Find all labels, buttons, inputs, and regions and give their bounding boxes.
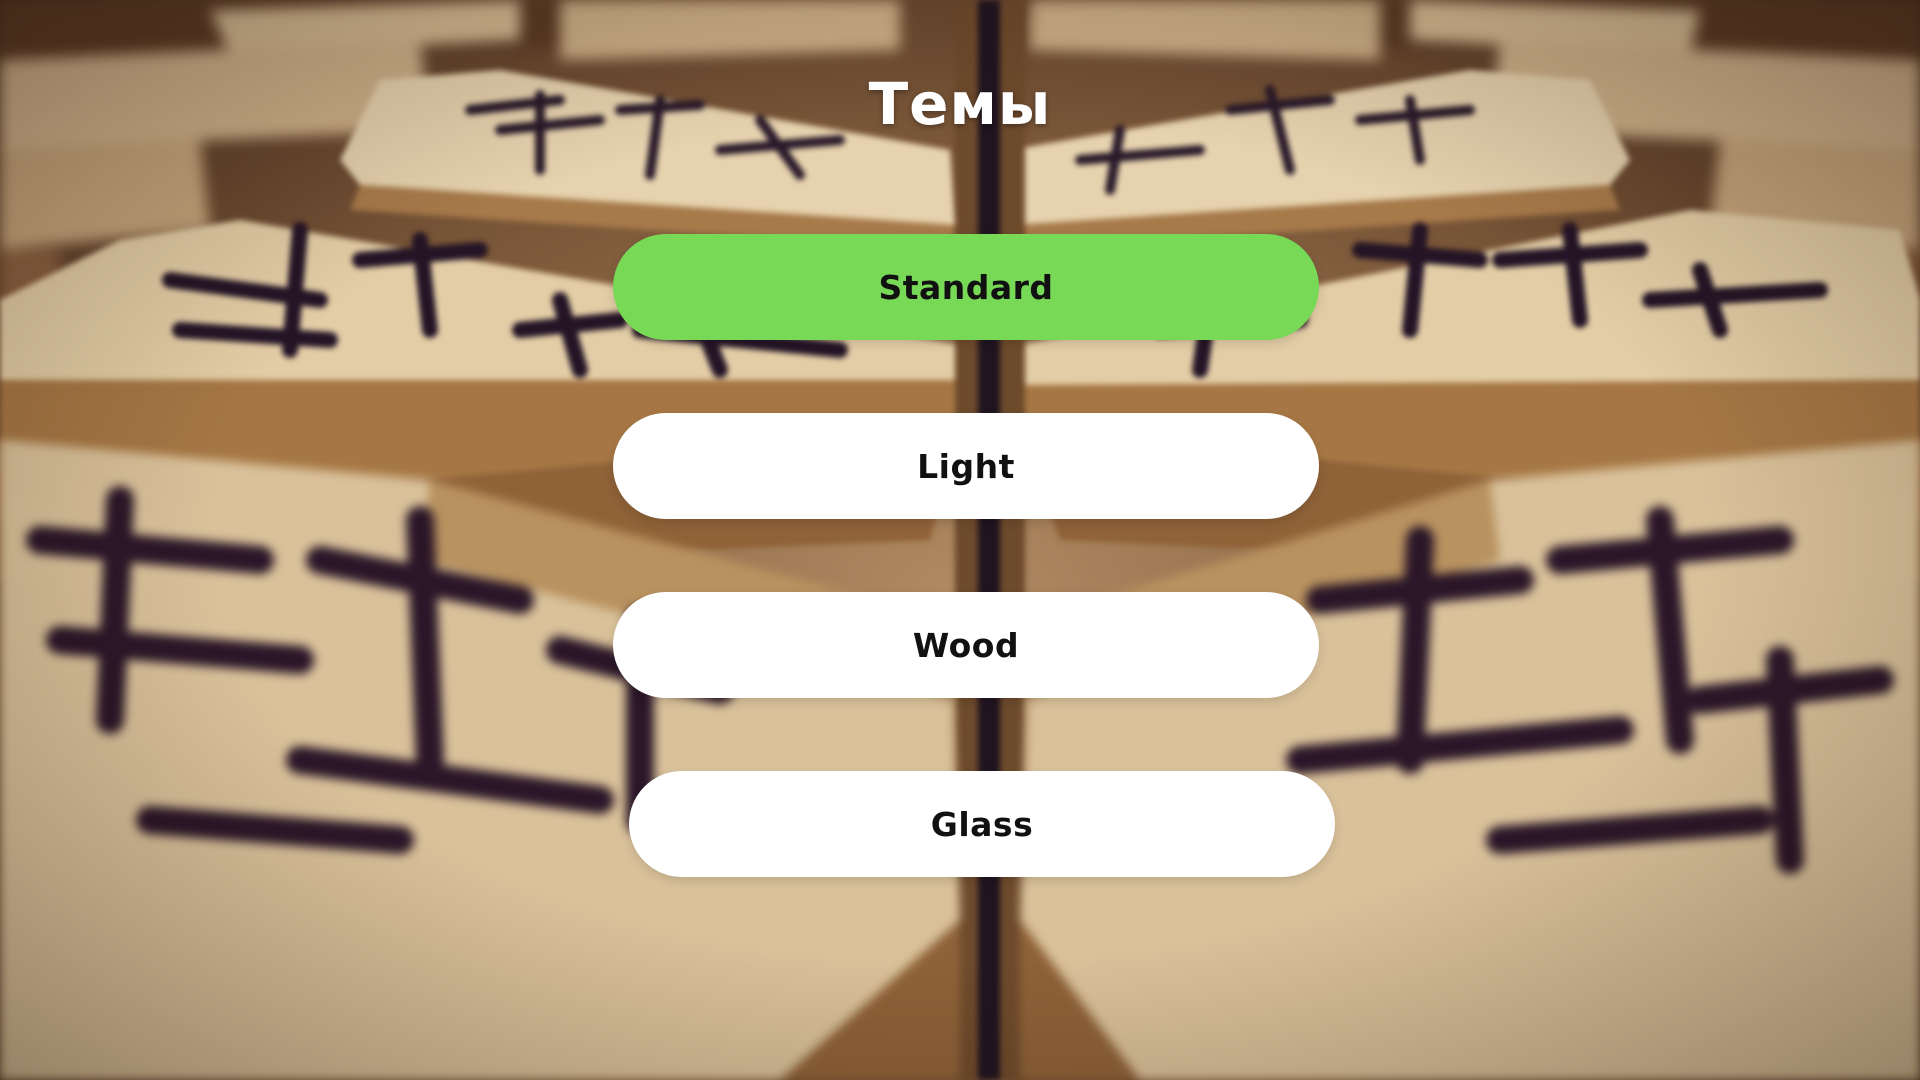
theme-button-standard[interactable]: Standard [613,234,1319,340]
theme-button-wood[interactable]: Wood [613,592,1319,698]
theme-button-label: Standard [878,267,1054,307]
background-shogi-photo [0,0,1920,1080]
theme-button-label: Light [917,446,1015,486]
theme-button-label: Glass [930,804,1034,844]
theme-button-glass[interactable]: Glass [629,771,1335,877]
theme-button-label: Wood [912,625,1020,665]
theme-button-light[interactable]: Light [613,413,1319,519]
page-title: Темы [868,70,1052,138]
background-vignette [0,0,1920,1080]
